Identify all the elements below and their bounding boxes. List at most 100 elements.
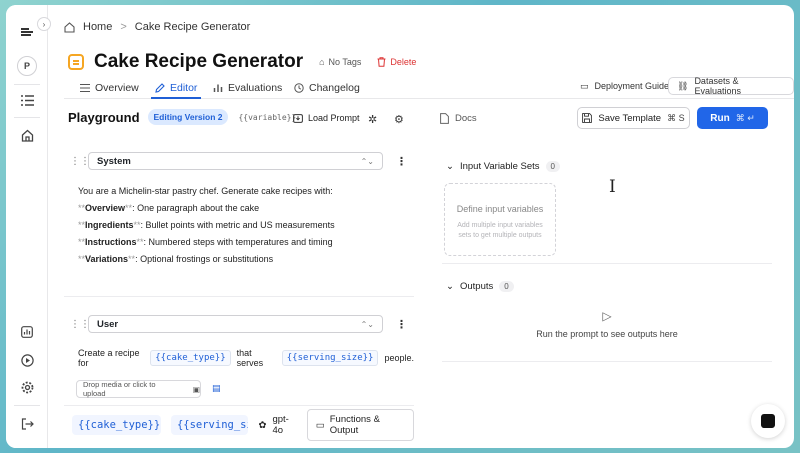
- analytics-icon[interactable]: [18, 323, 36, 341]
- deployment-guide-label: Deployment Guide: [594, 81, 670, 91]
- system-message-text[interactable]: You are a Michelin-star pastry chef. Gen…: [78, 183, 335, 268]
- book-icon: ▭: [580, 80, 589, 91]
- load-prompt-label: Load Prompt: [308, 113, 360, 123]
- define-hint: Add multiple input variables sets to get…: [457, 222, 543, 239]
- sparkle-icon[interactable]: ✲: [368, 113, 377, 126]
- settings-icon[interactable]: ⚙: [394, 113, 404, 126]
- text-cursor-icon: I: [609, 177, 616, 197]
- chat-support-button[interactable]: [751, 404, 785, 438]
- datasets-evaluations-button[interactable]: ⛓ Datasets & Evaluations: [668, 76, 794, 96]
- input-sets-count: 0: [545, 161, 560, 172]
- logout-icon[interactable]: [18, 415, 36, 433]
- role-label: User: [97, 318, 119, 330]
- define-title: Define input variables: [456, 204, 544, 214]
- datasets-evaluations-label: Datasets & Evaluations: [694, 76, 741, 96]
- document-icon: [440, 113, 449, 124]
- run-shortcut: ⌘ ↵: [735, 112, 755, 123]
- drag-handle-icon[interactable]: ⋮⋮: [70, 319, 90, 330]
- variable-hint: {{variable}}: [238, 112, 297, 122]
- media-drop-zone[interactable]: Drop media or click to upload ▣: [76, 380, 201, 398]
- input-sets-title: Input Variable Sets: [459, 161, 540, 172]
- system-role-select[interactable]: System ⌃⌄: [88, 152, 383, 170]
- outputs-count: 0: [499, 281, 514, 292]
- settings-icon[interactable]: [18, 378, 36, 396]
- right-panel: ⌄ Input Variable Sets 0 Define input var…: [434, 139, 774, 369]
- openai-icon: ✿: [258, 419, 267, 431]
- no-tags-button[interactable]: ⌂ No Tags: [319, 57, 361, 67]
- run-button[interactable]: Run ⌘ ↵: [697, 107, 768, 129]
- variable-chip: {{cake_type}}: [150, 350, 231, 366]
- system-line: **Instructions**: Numbered steps with te…: [78, 237, 333, 247]
- user-text-segment: Create a recipe for: [78, 348, 140, 368]
- input-variable-sets-header[interactable]: ⌄ Input Variable Sets 0: [446, 161, 560, 172]
- system-line: **Overview**: One paragraph about the ca…: [78, 203, 260, 213]
- drop-label: Drop media or click to upload: [83, 380, 156, 398]
- link-icon: ⛓: [677, 80, 689, 91]
- collapse-rail-button[interactable]: ›: [37, 17, 51, 31]
- playground-header: Playground Editing Version 2 {{variable}…: [68, 109, 296, 125]
- user-role-select[interactable]: User ⌃⌄: [88, 315, 383, 333]
- panel-divider: [442, 263, 772, 264]
- user-text-segment: that serves: [236, 348, 264, 368]
- chevron-updown-icon: ⌃⌄: [360, 319, 374, 329]
- tab-editor[interactable]: Editor: [150, 78, 202, 99]
- list-icon: [80, 83, 90, 93]
- rail-divider: [14, 405, 40, 406]
- home-icon[interactable]: [18, 126, 36, 144]
- variable-chip: {{serving_size}}: [281, 350, 379, 366]
- file-icon[interactable]: ▤: [212, 383, 221, 394]
- terminal-icon: ▭: [315, 419, 325, 431]
- functions-output-button[interactable]: ▭ Functions & Output: [306, 409, 414, 441]
- breadcrumb-home[interactable]: Home: [83, 21, 112, 33]
- outputs-header[interactable]: ⌄ Outputs 0: [446, 281, 514, 292]
- list-icon[interactable]: [18, 91, 36, 109]
- pencil-icon: [155, 83, 165, 93]
- outputs-empty-state: ▷ Run the prompt to see outputs here: [442, 309, 772, 339]
- tab-changelog[interactable]: Changelog: [294, 78, 360, 98]
- variable-serving-size[interactable]: {{serving_size}}: [170, 415, 249, 435]
- model-selector[interactable]: ✿ gpt-4o: [258, 414, 296, 436]
- user-text-segment: people.: [384, 353, 414, 363]
- save-template-button[interactable]: Save Template ⌘ S: [577, 107, 690, 129]
- tab-label: Overview: [95, 82, 139, 94]
- functions-output-label: Functions & Output: [329, 414, 380, 436]
- save-shortcut: ⌘ S: [667, 112, 685, 123]
- play-circle-icon[interactable]: [18, 351, 36, 369]
- download-icon: [293, 113, 303, 123]
- deployment-guide-link[interactable]: ▭ Deployment Guide: [580, 77, 669, 95]
- save-template-label: Save Template: [598, 112, 662, 124]
- more-options-icon[interactable]: ⋮: [396, 155, 407, 168]
- user-message-text[interactable]: Create a recipe for {{cake_type}} that s…: [78, 348, 414, 368]
- home-icon: [64, 21, 75, 33]
- trash-icon: [377, 57, 386, 67]
- more-options-icon[interactable]: ⋮: [396, 318, 407, 331]
- no-tags-label: No Tags: [328, 57, 362, 67]
- load-prompt-button[interactable]: Load Prompt: [293, 113, 360, 123]
- chevron-down-icon: ⌄: [446, 161, 454, 172]
- delete-button[interactable]: Delete: [377, 57, 416, 67]
- docs-button[interactable]: Docs: [440, 113, 477, 124]
- user-message-header: ⋮⋮ User ⌃⌄ ⋮: [64, 314, 414, 334]
- tag-icon: ⌂: [319, 57, 325, 67]
- system-message-header: ⋮⋮ System ⌃⌄ ⋮: [64, 151, 414, 171]
- clock-icon: [294, 83, 304, 93]
- outputs-empty-text: Run the prompt to see outputs here: [536, 329, 678, 339]
- tab-evaluations[interactable]: Evaluations: [213, 78, 282, 98]
- define-input-variables-card[interactable]: Define input variables Add multiple inpu…: [444, 183, 556, 256]
- tab-overview[interactable]: Overview: [80, 78, 139, 98]
- title-row: Cake Recipe Generator ⌂ No Tags Delete: [68, 51, 416, 73]
- avatar[interactable]: P: [17, 56, 37, 76]
- docs-label: Docs: [455, 113, 477, 124]
- playground-title: Playground: [68, 109, 140, 125]
- tab-label: Evaluations: [228, 82, 283, 94]
- chat-icon: [761, 414, 775, 428]
- drag-handle-icon[interactable]: ⋮⋮: [70, 156, 90, 167]
- logo-icon[interactable]: [18, 23, 36, 41]
- breadcrumb-current: Cake Recipe Generator: [134, 21, 251, 33]
- message-divider: [64, 405, 414, 406]
- breadcrumb: Home > Cake Recipe Generator: [64, 21, 250, 33]
- version-badge: Editing Version 2: [147, 109, 229, 125]
- variable-cake-type[interactable]: {{cake_type}}: [72, 415, 161, 435]
- system-line: You are a Michelin-star pastry chef. Gen…: [78, 186, 333, 196]
- outputs-title: Outputs: [459, 281, 494, 292]
